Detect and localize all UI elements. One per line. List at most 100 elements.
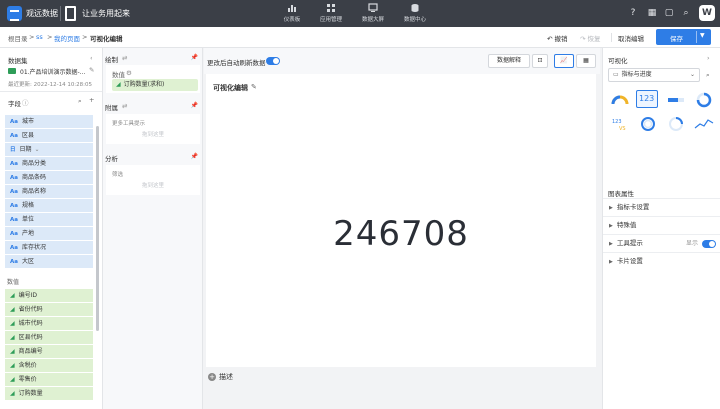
pin-icon[interactable]: 📌 (191, 102, 198, 109)
edit-dataset-icon[interactable]: ✎ (89, 66, 94, 74)
collapse-icon[interactable]: › (707, 54, 710, 62)
edit-title-icon[interactable]: ✎ (251, 83, 257, 91)
prop-tooltip[interactable]: ▶ 工具提示 显示 (603, 234, 720, 252)
prop-kpi-settings[interactable]: ▶ 指标卡设置 (603, 198, 720, 216)
dimension-field[interactable]: Aa 规格 (5, 199, 93, 213)
data-explain-button[interactable]: 数据解释 (488, 54, 530, 68)
chart-title[interactable]: 可视化编辑 (213, 83, 248, 93)
chevron-down-icon: ⌄ (689, 71, 695, 78)
measure-field[interactable]: ◢ 商品编号 (5, 345, 93, 359)
drop-hint: 拖到这里 (142, 132, 165, 138)
prop-card-settings[interactable]: ▶ 卡片设置 (603, 252, 720, 270)
config-panel: 绘制 ⇄ 📌 数值 ⚙ ◢ 订购数量(求和) 附属 ⇄ 📌 更多工具提示 拖到这里… (103, 48, 203, 409)
caret-right-icon: ▶ (609, 205, 613, 211)
measure-field[interactable]: ◢ 省份代码 (5, 303, 93, 317)
brand-logo-icon[interactable] (7, 6, 22, 21)
text-type-icon: Aa (10, 119, 18, 125)
fields-title: 字段 (8, 100, 21, 108)
pin-icon[interactable]: 📌 (191, 54, 198, 61)
collapse-icon[interactable]: ‹ (90, 54, 93, 62)
measure-type-icon: ◢ (10, 362, 15, 369)
attach-title: 附属 (105, 104, 118, 112)
screen-icon (368, 3, 378, 12)
chevron-down-icon[interactable]: ▼ (700, 32, 705, 39)
measure-field[interactable]: ◢ 区县代码 (5, 331, 93, 345)
dimension-field[interactable]: Aa 产地 (5, 227, 93, 241)
dataset-icon (8, 68, 16, 74)
search-icon[interactable]: ⌕ (706, 71, 710, 80)
fullscreen-button[interactable]: ⊡ (532, 54, 548, 68)
measure-type-icon: ◢ (10, 348, 15, 355)
nav-big-screen[interactable]: 数据大屏 (351, 3, 395, 23)
chart-thumb-gauge[interactable] (608, 90, 630, 108)
switch-icon[interactable]: ⇄ (122, 54, 127, 62)
measure-field[interactable]: ◢ 城市代码 (5, 317, 93, 331)
breadcrumb-my-page[interactable]: 我的页面 (54, 33, 80, 43)
help-icon[interactable]: ? (627, 7, 639, 19)
dimension-field[interactable]: Aa 区县 (5, 129, 93, 143)
add-icon: + (208, 373, 216, 381)
measure-field[interactable]: ◢ 订购数量 (5, 387, 93, 401)
redo-button[interactable]: ↷ 恢复 (580, 33, 601, 43)
chart-icon: 📈 (560, 57, 568, 64)
value-dropzone[interactable]: 数值 ⚙ ◢ 订购数量(求和) (106, 65, 200, 93)
chart-thumb-progress[interactable] (664, 90, 686, 108)
nav-dashboard[interactable]: 仪表板 (270, 3, 314, 23)
chart-thumb-kpi[interactable]: 123 (636, 90, 658, 108)
chart-thumb-compare[interactable]: 123 VS (608, 114, 630, 132)
dimension-field[interactable]: Aa 城市 (5, 115, 93, 129)
dimension-field[interactable]: Aa 商品分类 (5, 157, 93, 171)
measure-type-icon: ◢ (10, 334, 15, 341)
visualization-panel: 可视化 › ▭ 指标与进度 ⌄ ⌕ 123 123 VS 图表属性 ▶ 指标卡设置 ▶… (602, 48, 720, 409)
pin-icon[interactable]: 📌 (191, 153, 198, 160)
undo-button[interactable]: ↶ 撤销 (547, 33, 568, 43)
dimension-field[interactable]: Aa 商品名称 (5, 185, 93, 199)
chart-thumb-circle-progress[interactable] (664, 114, 686, 132)
chart-thumb-ring-percent[interactable] (636, 114, 658, 132)
value-chip[interactable]: ◢ 订购数量(求和) (112, 79, 198, 91)
search-icon[interactable]: ⌕ (78, 97, 82, 106)
dimension-field[interactable]: Aa 大区 (5, 255, 93, 269)
chart-type-select[interactable]: ▭ 指标与进度 ⌄ (608, 68, 700, 82)
dimension-field[interactable]: 日日期 ⌄ (5, 143, 93, 157)
chart-thumb-sparkline[interactable] (692, 114, 714, 132)
tooltip-toggle[interactable] (702, 240, 716, 248)
dataset-name[interactable]: 01.产品培训演示数据-... (20, 67, 85, 76)
dataset-panel: 数据集 ‹ 01.产品培训演示数据-... ✎ 最近更新: 2022-12-14… (0, 48, 103, 409)
switch-icon[interactable]: ⇄ (122, 102, 127, 110)
measure-field[interactable]: ◢ 含税价 (5, 359, 93, 373)
nav-label: 数据大屏 (361, 17, 384, 23)
chart-thumb-ring[interactable] (692, 90, 714, 108)
breadcrumb-root[interactable]: 根目录 (8, 33, 28, 43)
chevron-down-icon[interactable]: ⌄ (35, 146, 40, 153)
dimension-field[interactable]: Aa 单位 (5, 213, 93, 227)
search-icon[interactable]: ⌕ (680, 7, 692, 19)
save-button[interactable]: 保存 ▼ (656, 29, 711, 45)
nav-data-center[interactable]: 数据中心 (393, 3, 437, 23)
measure-field[interactable]: ◢ 零售价 (5, 373, 93, 387)
redo-label: 恢复 (587, 35, 601, 43)
settings-icon[interactable]: ⚙ (126, 69, 132, 77)
field-scrollbar[interactable] (96, 126, 99, 331)
avatar[interactable]: W (699, 5, 715, 21)
measure-type-icon: ◢ (116, 81, 121, 88)
table-icon: ▦ (583, 57, 589, 64)
apps-icon[interactable]: ▦ (646, 7, 658, 19)
table-view-button[interactable]: ▦ (576, 54, 596, 68)
info-icon[interactable]: ⓘ (22, 97, 29, 107)
notification-icon[interactable]: ▢ (663, 7, 675, 19)
auto-refresh-toggle[interactable] (266, 57, 280, 65)
compare-icon: 123VS (612, 119, 626, 132)
filter-dropzone[interactable]: 筛选 拖到这里 (106, 165, 200, 195)
breadcrumb-ss[interactable]: ss (36, 33, 43, 41)
cancel-edit-button[interactable]: 取消编辑 (618, 33, 644, 43)
measure-field[interactable]: ◢ 编号ID (5, 289, 93, 303)
add-icon[interactable]: + (89, 96, 94, 104)
describe-section[interactable]: + 描述 (208, 372, 233, 382)
chart-view-button[interactable]: 📈 (554, 54, 574, 68)
nav-app-management[interactable]: 应用管理 (309, 3, 353, 23)
prop-special-values[interactable]: ▶ 特殊值 (603, 216, 720, 234)
dimension-field[interactable]: Aa 商品条码 (5, 171, 93, 185)
dimension-field[interactable]: Aa 库存状况 (5, 241, 93, 255)
tooltip-dropzone[interactable]: 更多工具提示 拖到这里 (106, 114, 200, 144)
